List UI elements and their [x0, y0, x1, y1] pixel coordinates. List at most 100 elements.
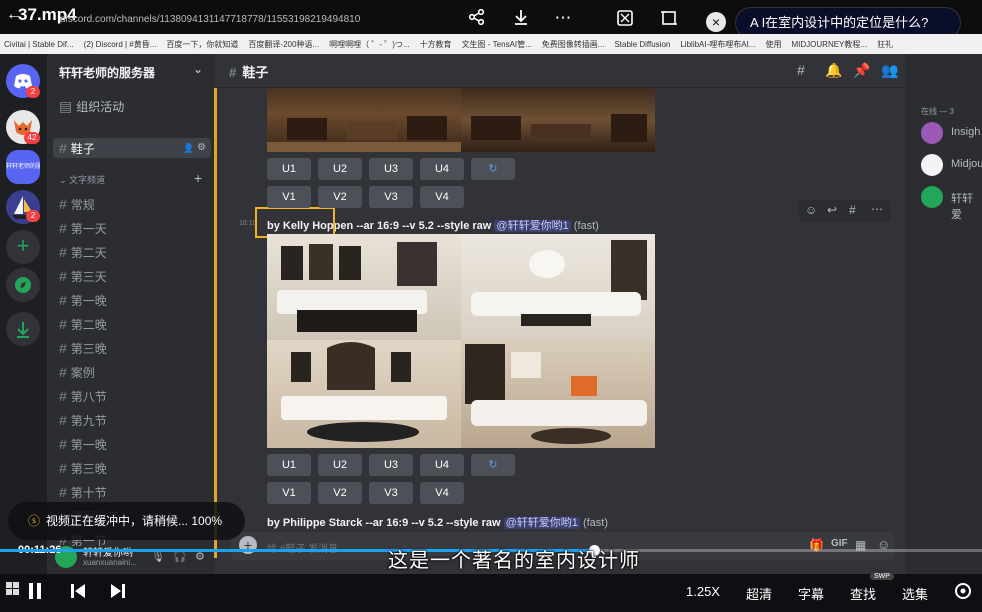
bookmark-item[interactable]: MIDJOURNEY教程...	[792, 39, 868, 50]
upscale-button[interactable]: U3	[369, 158, 413, 180]
member-name[interactable]: 轩轩爱	[951, 190, 982, 222]
chevron-down-icon[interactable]: ⌄	[193, 62, 203, 76]
bookmark-item[interactable]: 使用	[766, 39, 782, 50]
channel-item[interactable]: # 第一晚	[59, 434, 107, 454]
add-server-icon[interactable]: +	[6, 230, 40, 264]
screen-capture-icon[interactable]	[614, 8, 636, 28]
playback-speed[interactable]: 1.25X	[686, 584, 720, 599]
pin-icon[interactable]: 📌	[853, 62, 870, 79]
share-icon[interactable]	[466, 8, 488, 28]
reply-icon[interactable]: ↩	[827, 203, 837, 217]
bookmark-item[interactable]: 狂礼	[877, 39, 893, 50]
variation-button[interactable]: V4	[420, 482, 464, 504]
member-name[interactable]: Insigh	[951, 126, 980, 138]
generated-image[interactable]	[267, 340, 461, 448]
upscale-button[interactable]: U1	[267, 158, 311, 180]
more-icon[interactable]: ⋯	[871, 202, 883, 216]
upscale-button[interactable]: U4	[420, 158, 464, 180]
upscale-button[interactable]: U2	[318, 158, 362, 180]
events-link[interactable]: ▤ 组织活动	[59, 96, 124, 116]
channel-active[interactable]: # 鞋子 👤 ⚙	[53, 138, 211, 158]
invite-icon[interactable]: 👤	[183, 138, 194, 158]
upscale-button[interactable]: U4	[420, 454, 464, 476]
generated-image[interactable]	[267, 88, 461, 152]
bell-icon[interactable]: 🔔	[825, 62, 842, 79]
download-icon[interactable]	[510, 8, 532, 28]
member-name[interactable]: Midjou	[951, 158, 982, 170]
upscale-button[interactable]: U3	[369, 454, 413, 476]
gear-icon[interactable]: ⚙	[197, 138, 206, 158]
variation-button[interactable]: V2	[318, 482, 362, 504]
windows-icon[interactable]	[6, 582, 20, 599]
channel-item[interactable]: # 第三晚	[59, 458, 107, 478]
previous-icon[interactable]	[70, 582, 86, 603]
episodes-button[interactable]: 选集	[902, 584, 928, 603]
channel-item[interactable]: # 第三天	[59, 266, 107, 286]
channel-category[interactable]: ⌄ 文字频道	[59, 170, 105, 190]
upscale-button[interactable]: U2	[318, 454, 362, 476]
add-reaction-icon[interactable]: ☺	[805, 203, 817, 217]
message-timestamp: 16:10	[239, 220, 257, 227]
pause-icon[interactable]	[28, 582, 42, 603]
quality-button[interactable]: 超清	[746, 584, 772, 603]
user-mention[interactable]: @轩轩爱你哟1	[503, 517, 580, 529]
captions-button[interactable]: 字幕	[798, 584, 824, 603]
channel-item[interactable]: # 常规	[59, 194, 95, 214]
user-mention[interactable]: @轩轩爱你哟1	[494, 220, 571, 232]
channel-label: 案例	[70, 366, 95, 380]
settings-icon[interactable]	[954, 582, 972, 603]
threads-icon[interactable]: #	[797, 62, 805, 78]
chevron-down-icon: ⌄	[59, 175, 70, 185]
channel-item[interactable]: # 第二晚	[59, 314, 107, 334]
channel-item[interactable]: # 第三晚	[59, 338, 107, 358]
variation-button[interactable]: V1	[267, 186, 311, 208]
bookmark-item[interactable]: Civitai | Stable Dif...	[4, 40, 74, 49]
hash-icon: #	[59, 140, 67, 156]
avatar[interactable]	[921, 154, 943, 176]
avatar[interactable]	[921, 122, 943, 144]
channel-item[interactable]: # 第八节	[59, 386, 107, 406]
channel-item[interactable]: # 第十节	[59, 482, 107, 502]
channel-item[interactable]: # 案例	[59, 362, 95, 382]
variation-button[interactable]: V1	[267, 482, 311, 504]
close-icon[interactable]: ×	[706, 12, 726, 32]
channel-item[interactable]: # 第一晚	[59, 290, 107, 310]
bookmark-item[interactable]: Stable Diffusion	[614, 40, 670, 49]
thread-icon[interactable]: #	[849, 203, 856, 217]
bookmark-item[interactable]: 文生图 - TensAI管...	[462, 39, 532, 50]
generated-image[interactable]	[461, 234, 655, 340]
channel-item[interactable]: # 第二天	[59, 242, 107, 262]
bookmark-item[interactable]: 百度一下，你就知道	[166, 39, 238, 50]
bookmark-item[interactable]: 十方教育	[420, 39, 452, 50]
reroll-icon[interactable]: ↻	[471, 454, 515, 476]
bookmark-item[interactable]: 免费图像转插画...	[542, 39, 605, 50]
channel-item[interactable]: # 第一天	[59, 218, 107, 238]
search-button[interactable]: 查找	[850, 584, 876, 603]
download-apps-icon[interactable]	[6, 312, 40, 346]
generated-image[interactable]	[267, 234, 461, 340]
variation-button[interactable]: V3	[369, 482, 413, 504]
more-options-icon[interactable]: ⋯	[552, 8, 574, 28]
pip-icon[interactable]	[658, 8, 680, 28]
bookmark-item[interactable]: LiblibAI-哩布哩布AI...	[680, 39, 755, 50]
generated-image[interactable]	[461, 88, 655, 152]
add-channel-icon[interactable]: +	[194, 170, 202, 186]
channel-item[interactable]: # 第九节	[59, 410, 107, 430]
server-name[interactable]: 轩轩老师的服务器	[59, 64, 155, 81]
bookmark-item[interactable]: 百度翻译-200种语...	[248, 39, 319, 50]
avatar[interactable]	[921, 186, 943, 208]
variation-button[interactable]: V4	[420, 186, 464, 208]
bookmark-item[interactable]: (2) Discord | #黄昏...	[84, 39, 157, 50]
upscale-button[interactable]: U1	[267, 454, 311, 476]
reroll-icon[interactable]: ↻	[471, 158, 515, 180]
generated-image[interactable]	[461, 340, 655, 448]
bookmark-item[interactable]: 啊哩啊哩（ ゜- ゜)つ...	[329, 39, 409, 50]
server-xuanxuan-icon[interactable]: 轩轩老师的服务器	[6, 150, 40, 184]
member-list-icon[interactable]: 👥	[881, 62, 898, 79]
explore-compass-icon[interactable]	[6, 268, 40, 302]
notification-badge: 2	[26, 210, 40, 222]
variation-button[interactable]: V2	[318, 186, 362, 208]
next-icon[interactable]	[110, 582, 126, 603]
variation-button[interactable]: V3	[369, 186, 413, 208]
channel-label: 第三天	[70, 270, 107, 284]
